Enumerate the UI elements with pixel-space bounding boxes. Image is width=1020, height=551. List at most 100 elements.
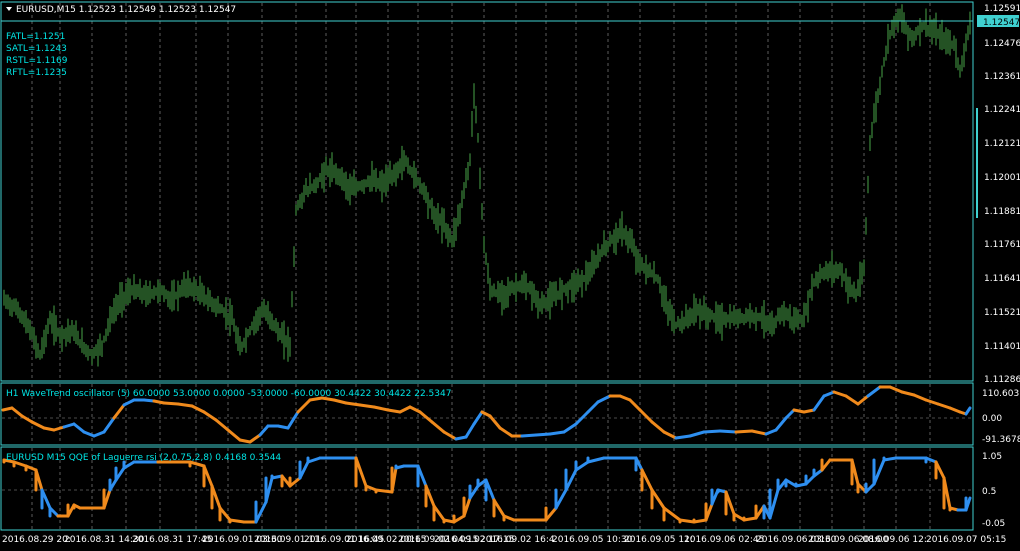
wavetrend-segment: [442, 430, 458, 441]
wavetrend-segment: [936, 402, 952, 410]
time-tick: 2016.09.07 05:15: [926, 535, 1006, 545]
price-tick: 1.12001: [984, 173, 1020, 183]
time-tick: 2016.09.05 10:30: [552, 535, 633, 545]
wavetrend-segment: [418, 410, 434, 424]
wavetrend-segment: [20, 414, 34, 424]
wavetrend-segment: [430, 420, 446, 434]
wavetrend-segment: [900, 390, 916, 397]
price-tick: 1.12591: [984, 4, 1020, 14]
time-tick: 2016.08.31 17:45: [132, 535, 212, 545]
wavetrend-segment: [832, 390, 848, 398]
qqe-axis-min: -0.05: [982, 519, 1005, 529]
wavetrend-segment: [190, 404, 206, 414]
time-tick: 2016.09.05 11:: [624, 535, 693, 545]
price-tick: 1.11286: [984, 375, 1020, 385]
wavetrend-axis-min: -91.3678: [982, 435, 1020, 445]
qqe-segment: [678, 518, 696, 524]
wavetrend-segment: [344, 401, 362, 407]
dropdown-triangle-icon[interactable]: [6, 7, 12, 11]
price-axis: 1.12591 1.12547 1.12476 1.12361 1.12241 …: [976, 4, 1020, 385]
wavetrend-segment: [372, 405, 390, 412]
wavetrend-segment: [82, 430, 96, 438]
current-price-value: 1.12547: [983, 18, 1020, 28]
wavetrend-segment: [296, 398, 312, 414]
qqe-title: EURUSD M15 QQE of Laguerre rsi (2,0.75,2…: [6, 453, 281, 463]
wavetrend-segment: [792, 408, 806, 414]
wavetrend-segment: [42, 426, 56, 432]
price-tick: 1.12361: [984, 72, 1020, 82]
main-panel-border: [0, 1, 974, 382]
wavetrend-segment: [638, 408, 654, 424]
wavetrend-segment: [924, 398, 940, 406]
wavetrend-segment: [72, 422, 86, 434]
fatl-label: FATL=1.1251: [6, 32, 65, 42]
wavetrend-segment: [286, 410, 300, 430]
wavetrend-title: H1 WaveTrend oscillator (5) 60.0000 53.0…: [6, 389, 451, 399]
price-tick: 1.12241: [984, 105, 1020, 115]
wavetrend-segment: [866, 385, 882, 398]
wavetrend-segment: [688, 430, 706, 438]
wavetrend-segment: [702, 429, 722, 434]
main-title: EURUSD,M15 1.12523 1.12549 1.12523 1.125…: [16, 5, 236, 15]
wavetrend-segment: [30, 420, 46, 430]
wavetrend-segment: [142, 398, 156, 403]
wavetrend-segment: [784, 408, 796, 420]
rstl-label: RSTL=1.1169: [6, 56, 68, 66]
wavetrend-segment: [802, 408, 816, 414]
wavetrend-segment: [472, 410, 484, 426]
wavetrend-segment: [92, 430, 106, 438]
qqe-segment: [574, 460, 590, 472]
qqe-axis-mid: 0.5: [982, 487, 996, 497]
wavetrend-segment: [226, 428, 242, 442]
wavetrend-segment: [358, 403, 376, 409]
wavetrend-segment: [454, 435, 468, 441]
wavetrend-segment: [276, 424, 290, 430]
wavetrend-segment: [258, 424, 270, 437]
wavetrend-segment: [10, 406, 24, 418]
wavetrend-segment: [248, 433, 262, 444]
price-tick: 1.11761: [984, 240, 1020, 250]
wavetrend-segment: [856, 394, 870, 406]
qqe-segment: [742, 516, 758, 522]
price-range-marker: [976, 108, 978, 218]
wavetrend-segment: [464, 422, 476, 439]
price-tick: 1.11401: [984, 342, 1020, 352]
wavetrend-segment: [844, 394, 860, 406]
qqe-segment: [692, 518, 708, 524]
wavetrend-segment: [214, 418, 230, 432]
wavetrend-segment: [734, 429, 754, 434]
wavetrend-segment: [750, 429, 768, 436]
wavetrend-segment: [718, 429, 738, 434]
wavetrend-segment: [332, 398, 348, 405]
time-axis: 2016.08.29 20: 2016.08.31 14:30 2016.08.…: [2, 535, 1006, 545]
qqe-axis-max: 1.05: [982, 452, 1002, 462]
wavetrend-segment: [534, 432, 552, 437]
wavetrend-segment: [162, 401, 180, 406]
wavetrend-segment: [102, 416, 116, 434]
wavetrend-axis-zero: 0.00: [982, 414, 1002, 424]
wavetrend-segment: [674, 434, 692, 440]
price-tick: 1.11881: [984, 207, 1020, 217]
time-tick: 2016.09.06 12:: [858, 535, 927, 545]
wavetrend-segment: [618, 394, 632, 402]
wavetrend-segment: [386, 408, 402, 414]
wavetrend-segment: [964, 406, 972, 416]
qqe-segment: [228, 518, 246, 524]
wavetrend-segment: [52, 425, 66, 432]
price-candles: [3, 4, 971, 367]
wavetrend-segment: [774, 416, 788, 432]
wavetrend-segment: [238, 438, 252, 444]
wavetrend-segment: [764, 428, 778, 436]
wavetrend-segment: [812, 394, 826, 412]
wavetrend-segment: [628, 398, 642, 412]
wavetrend-segment: [948, 406, 962, 414]
price-tick: 1.11521: [984, 308, 1020, 318]
rftl-label: RFTL=1.1235: [6, 68, 67, 78]
price-tick: 1.11641: [984, 274, 1020, 284]
qqe-segment: [662, 506, 682, 522]
wavetrend-segment: [408, 405, 422, 414]
trading-chart[interactable]: EURUSD,M15 1.12523 1.12549 1.12523 1.125…: [0, 0, 1020, 551]
satl-label: SATL=1.1243: [6, 44, 67, 54]
wavetrend-segment: [202, 410, 218, 422]
wavetrend-segment: [62, 422, 76, 429]
